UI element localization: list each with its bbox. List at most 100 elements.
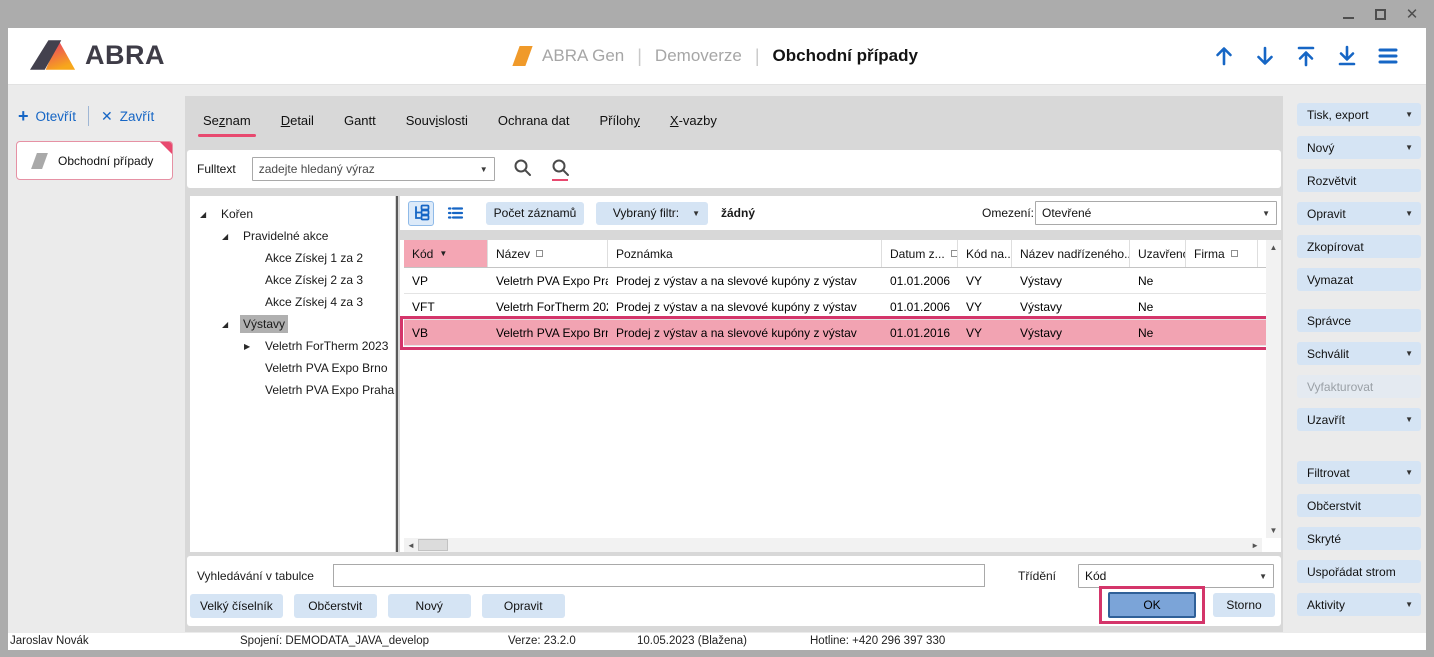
action-button-uspo-dat-strom[interactable]: Uspořádat strom	[1297, 560, 1421, 583]
table-toolbar: Počet záznamů Vybraný filtr: ▼ žádný Ome…	[400, 196, 1281, 230]
footer-button-velk-seln-k[interactable]: Velký číselník	[190, 594, 283, 618]
tree-item-akce-z-skej-4-za-3[interactable]: Akce Získej 4 za 3	[190, 291, 395, 313]
scroll-down-icon[interactable]: ▼	[1270, 523, 1278, 538]
fulltext-input[interactable]	[253, 161, 494, 177]
menu-icon[interactable]	[1376, 44, 1400, 68]
tree-item-akce-z-skej-2-za-3[interactable]: Akce Získej 2 za 3	[190, 269, 395, 291]
search-icon[interactable]	[513, 158, 533, 180]
tab-p-lohy[interactable]: Přílohy	[599, 113, 639, 128]
collapsed-icon[interactable]: ▶	[244, 342, 262, 351]
scroll-up-icon[interactable]: ▲	[1270, 240, 1278, 255]
action-button-label: Vymazat	[1307, 273, 1353, 287]
dropdown-arrow-icon: ▼	[1405, 468, 1413, 477]
table-footer-panel: Vyhledávání v tabulce Třídění Kód ▼ Velk…	[187, 556, 1281, 626]
action-button-uzav-t[interactable]: Uzavřít▼	[1297, 408, 1421, 431]
selected-filter-button[interactable]: Vybraný filtr: ▼	[596, 202, 708, 225]
expanded-icon[interactable]: ◢	[222, 232, 240, 241]
open-document-button[interactable]: + Otevřít	[18, 107, 76, 125]
arrow-to-bottom-icon[interactable]	[1335, 44, 1359, 68]
tree-item-v-stavy[interactable]: ◢Výstavy	[190, 313, 395, 335]
tab-x-vazby[interactable]: X-vazby	[670, 113, 717, 128]
footer-button-ob-erstvit[interactable]: Občerstvit	[294, 594, 377, 618]
column-header-k-d-na[interactable]: Kód na...	[958, 240, 1012, 267]
footer-button-opravit[interactable]: Opravit	[482, 594, 565, 618]
column-header-pozn-mka[interactable]: Poznámka	[608, 240, 882, 267]
table-row-vp[interactable]: VPVeletrh PVA Expo PrahaProdej z výstav …	[404, 268, 1266, 294]
tab-souvislosti[interactable]: Souvislosti	[406, 113, 468, 128]
tree-view-toggle-icon[interactable]	[408, 201, 434, 226]
action-button-schv-lit[interactable]: Schválit▼	[1297, 342, 1421, 365]
scroll-left-icon[interactable]: ◄	[404, 541, 418, 550]
cell-uzav-eno: Ne	[1130, 294, 1186, 319]
column-header-k-d[interactable]: Kód▼	[404, 240, 488, 267]
table-row-vft[interactable]: VFTVeletrh ForTherm 2023Prodej z výstav …	[404, 294, 1266, 320]
action-button-opravit[interactable]: Opravit▼	[1297, 202, 1421, 225]
action-button-spr-vce[interactable]: Správce	[1297, 309, 1421, 332]
table-search-input[interactable]	[333, 564, 985, 587]
tab-ochrana-dat[interactable]: Ochrana dat	[498, 113, 570, 128]
vertical-scrollbar[interactable]: ▲ ▼	[1266, 240, 1281, 538]
record-count-button[interactable]: Počet záznamů	[486, 202, 584, 225]
action-button-vymazat[interactable]: Vymazat	[1297, 268, 1421, 291]
search-advanced-icon[interactable]	[551, 158, 571, 180]
action-button-label: Nový	[1307, 141, 1334, 155]
cell-k-d: VFT	[404, 294, 488, 319]
action-button-aktivity[interactable]: Aktivity▼	[1297, 593, 1421, 616]
footer-button-nov[interactable]: Nový	[388, 594, 471, 618]
tab-gantt[interactable]: Gantt	[344, 113, 376, 128]
fulltext-combobox[interactable]: ▼	[252, 157, 495, 181]
expanded-icon[interactable]: ◢	[222, 320, 240, 329]
document-tab-obchodni-pripady[interactable]: Obchodní případy	[16, 141, 173, 180]
action-button-rozv-tvit[interactable]: Rozvětvit	[1297, 169, 1421, 192]
tree-item-pravideln-akce[interactable]: ◢Pravidelné akce	[190, 225, 395, 247]
action-button-nov[interactable]: Nový▼	[1297, 136, 1421, 159]
tree-item-veletrh-fortherm-2023[interactable]: ▶Veletrh ForTherm 2023	[190, 335, 395, 357]
close-button[interactable]: ✕	[1404, 6, 1420, 22]
action-button-tisk-export[interactable]: Tisk, export▼	[1297, 103, 1421, 126]
cell-n-zev-nad-zen-ho: Výstavy	[1012, 320, 1130, 345]
action-button-label: Občerstvit	[1307, 499, 1361, 513]
close-document-button[interactable]: ✕ Zavřít	[101, 109, 154, 124]
minimize-button[interactable]	[1340, 6, 1356, 22]
arrow-up-icon[interactable]	[1212, 44, 1236, 68]
horizontal-scrollbar[interactable]: ◄ ►	[404, 538, 1262, 552]
tree-item-ko-en[interactable]: ◢Kořen	[190, 203, 395, 225]
tree-item-veletrh-pva-expo-praha[interactable]: Veletrh PVA Expo Praha	[190, 379, 395, 401]
tab-label: Příloh	[599, 113, 633, 128]
action-button-skryt[interactable]: Skryté	[1297, 527, 1421, 550]
arrow-down-icon[interactable]	[1253, 44, 1277, 68]
main-panel: Seznam Detail Gantt Souvislosti Ochrana dat P…	[185, 96, 1283, 632]
table-search-label: Vyhledávání v tabulce	[197, 569, 314, 583]
cell-k-d-na: VY	[958, 320, 1012, 345]
sort-combobox[interactable]: Kód ▼	[1078, 564, 1274, 588]
expanded-icon[interactable]: ◢	[200, 210, 218, 219]
column-header-label: Název nadřízeného...	[1020, 247, 1130, 261]
tree-item-veletrh-pva-expo-brno[interactable]: Veletrh PVA Expo Brno	[190, 357, 395, 379]
action-button-ob-erstvit[interactable]: Občerstvit	[1297, 494, 1421, 517]
close-icon: ✕	[101, 109, 113, 123]
column-header-n-zev-nad-zen-ho[interactable]: Název nadřízeného...	[1012, 240, 1130, 267]
tree-item-akce-z-skej-1-za-2[interactable]: Akce Získej 1 za 2	[190, 247, 395, 269]
tab-seznam[interactable]: Seznam	[203, 113, 251, 128]
column-header-uzav-eno[interactable]: Uzavřeno	[1130, 240, 1186, 267]
app-name: ABRA Gen	[542, 46, 624, 66]
scrollbar-thumb[interactable]	[418, 539, 448, 551]
list-view-toggle-icon[interactable]	[442, 201, 468, 226]
column-header-n-zev[interactable]: Název	[488, 240, 608, 267]
table-row-vb[interactable]: VBVeletrh PVA Expo BrnoProdej z výstav a…	[404, 320, 1266, 346]
action-button-filtrovat[interactable]: Filtrovat▼	[1297, 461, 1421, 484]
cell-pozn-mka: Prodej z výstav a na slevové kupóny z vý…	[608, 320, 882, 345]
arrow-to-top-icon[interactable]	[1294, 44, 1318, 68]
column-header-datum-z[interactable]: Datum z...	[882, 240, 958, 267]
restriction-label: Omezení:	[982, 206, 1034, 220]
maximize-button[interactable]	[1372, 6, 1388, 22]
panel-splitter[interactable]	[396, 196, 398, 552]
action-button-zkop-rovat[interactable]: Zkopírovat	[1297, 235, 1421, 258]
minimize-icon	[1343, 10, 1354, 19]
tab-detail[interactable]: Detail	[281, 113, 314, 128]
ok-button[interactable]: OK	[1108, 592, 1196, 618]
column-header-firma[interactable]: Firma	[1186, 240, 1258, 267]
storno-button[interactable]: Storno	[1213, 593, 1275, 617]
scroll-right-icon[interactable]: ►	[1248, 541, 1262, 550]
restriction-combobox[interactable]: Otevřené ▼	[1035, 201, 1277, 225]
